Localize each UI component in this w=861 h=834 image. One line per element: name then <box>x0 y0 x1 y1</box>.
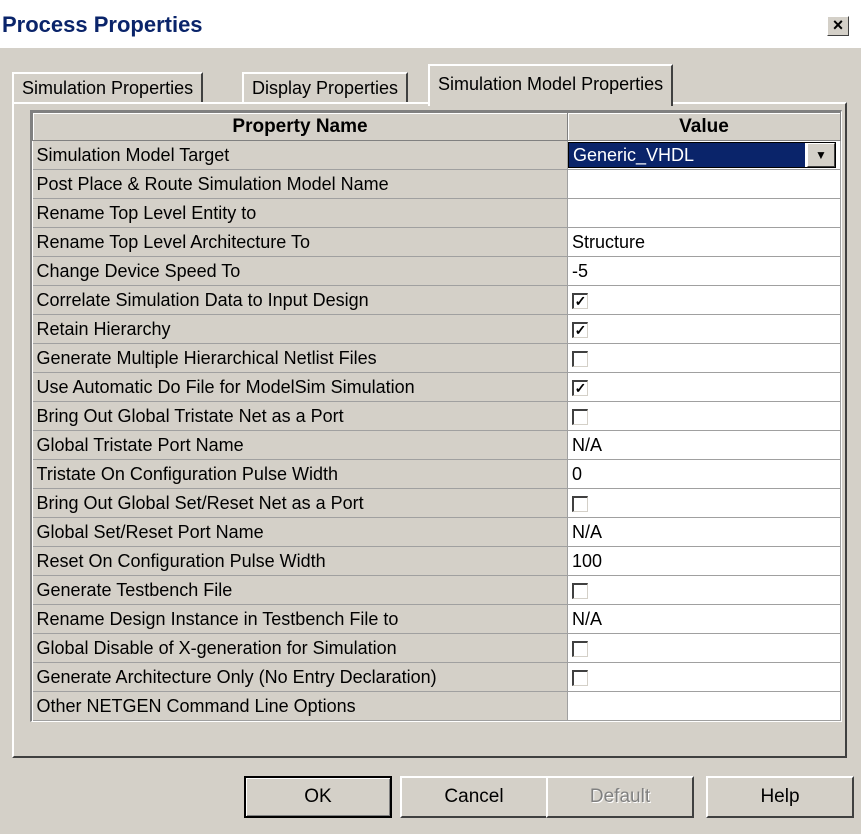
property-value-cell[interactable] <box>567 169 841 199</box>
checkbox-unchecked[interactable] <box>572 640 588 657</box>
property-value-text[interactable]: 100 <box>572 551 602 571</box>
property-value-text[interactable]: N/A <box>572 522 602 542</box>
property-name-cell: Correlate Simulation Data to Input Desig… <box>32 285 568 315</box>
table-row[interactable]: Bring Out Global Set/Reset Net as a Port <box>32 488 841 518</box>
chevron-down-icon[interactable]: ▼ <box>807 143 835 167</box>
table-row[interactable]: Correlate Simulation Data to Input Desig… <box>32 285 841 315</box>
checkbox-unchecked[interactable] <box>572 408 588 425</box>
property-value-cell[interactable]: Structure <box>567 227 841 257</box>
property-value-cell[interactable] <box>567 575 841 605</box>
table-row[interactable]: Post Place & Route Simulation Model Name <box>32 169 841 199</box>
table-row[interactable]: Change Device Speed To -5 <box>32 256 841 286</box>
table-row[interactable]: Simulation Model Target Generic_VHDL ▼ <box>32 140 841 170</box>
default-button: Default <box>546 776 694 818</box>
table-row[interactable]: Global Set/Reset Port Name N/A <box>32 517 841 547</box>
table-row[interactable]: Tristate On Configuration Pulse Width 0 <box>32 459 841 489</box>
property-name-cell: Global Disable of X-generation for Simul… <box>32 633 568 663</box>
property-value-cell[interactable]: -5 <box>567 256 841 286</box>
property-value-text[interactable]: -5 <box>572 261 588 281</box>
property-value-cell[interactable]: 100 <box>567 546 841 576</box>
property-value-cell[interactable] <box>567 633 841 663</box>
property-name-cell: Bring Out Global Set/Reset Net as a Port <box>32 488 568 518</box>
table-row[interactable]: Rename Top Level Entity to <box>32 198 841 228</box>
property-value-cell[interactable]: N/A <box>567 430 841 460</box>
property-name-cell: Generate Testbench File <box>32 575 568 605</box>
property-value-text[interactable]: N/A <box>572 609 602 629</box>
property-name-cell: Global Set/Reset Port Name <box>32 517 568 547</box>
table-row[interactable]: Generate Testbench File <box>32 575 841 605</box>
property-value-cell[interactable]: N/A <box>567 604 841 634</box>
property-value-cell[interactable]: 0 <box>567 459 841 489</box>
tab-simulation-model-properties[interactable]: Simulation Model Properties <box>428 64 674 106</box>
checkbox-unchecked[interactable] <box>572 495 588 512</box>
table-row[interactable]: Global Disable of X-generation for Simul… <box>32 633 841 663</box>
checkbox-unchecked[interactable] <box>572 582 588 599</box>
property-name-cell: Tristate On Configuration Pulse Width <box>32 459 568 489</box>
property-value-cell[interactable] <box>567 401 841 431</box>
checkbox-checked[interactable]: ✓ <box>572 379 588 396</box>
property-name-cell: Use Automatic Do File for ModelSim Simul… <box>32 372 568 402</box>
table-row[interactable]: Use Automatic Do File for ModelSim Simul… <box>32 372 841 402</box>
ok-button[interactable]: OK <box>244 776 392 818</box>
property-value-cell[interactable] <box>567 488 841 518</box>
table-row[interactable]: Rename Top Level Architecture To Structur… <box>32 227 841 257</box>
table-row[interactable]: Reset On Configuration Pulse Width 100 <box>32 546 841 576</box>
property-value-cell[interactable]: Generic_VHDL ▼ <box>567 140 841 170</box>
property-name-cell: Bring Out Global Tristate Net as a Port <box>32 401 568 431</box>
property-name-cell: Change Device Speed To <box>32 256 568 286</box>
property-value-cell[interactable]: ✓ <box>567 285 841 315</box>
checkbox-checked[interactable]: ✓ <box>572 292 588 309</box>
window-title: Process Properties <box>2 12 203 37</box>
column-header-property-name[interactable]: Property Name <box>32 112 568 141</box>
property-value-cell[interactable] <box>567 343 841 373</box>
property-name-cell: Reset On Configuration Pulse Width <box>32 546 568 576</box>
property-value-cell[interactable] <box>567 691 841 721</box>
table-row[interactable]: Global Tristate Port Name N/A <box>32 430 841 460</box>
close-button[interactable]: × <box>827 16 849 36</box>
tab-display-properties[interactable]: Display Properties <box>242 72 409 104</box>
property-value-text[interactable]: Structure <box>572 232 645 252</box>
property-value-cell[interactable]: N/A <box>567 517 841 547</box>
property-name-cell: Post Place & Route Simulation Model Name <box>32 169 568 199</box>
property-value-cell[interactable] <box>567 198 841 228</box>
property-name-cell: Simulation Model Target <box>32 140 568 170</box>
property-name-cell: Other NETGEN Command Line Options <box>32 691 568 721</box>
property-name-cell: Retain Hierarchy <box>32 314 568 344</box>
dropdown-selected-value[interactable]: Generic_VHDL <box>569 143 805 167</box>
tab-simulation-properties[interactable]: Simulation Properties <box>12 72 204 104</box>
property-name-cell: Global Tristate Port Name <box>32 430 568 460</box>
checkbox-unchecked[interactable] <box>572 350 588 367</box>
table-row[interactable]: Rename Design Instance in Testbench File… <box>32 604 841 634</box>
checkbox-unchecked[interactable] <box>572 669 588 686</box>
table-row[interactable]: Retain Hierarchy ✓ <box>32 314 841 344</box>
table-row[interactable]: Generate Multiple Hierarchical Netlist F… <box>32 343 841 373</box>
property-value-text[interactable]: N/A <box>572 435 602 455</box>
property-name-cell: Generate Multiple Hierarchical Netlist F… <box>32 343 568 373</box>
title-bar: Process Properties × <box>0 0 861 48</box>
property-name-cell: Generate Architecture Only (No Entry Dec… <box>32 662 568 692</box>
property-value-cell[interactable]: ✓ <box>567 314 841 344</box>
property-grid: Property Name Value Simulation Model Tar… <box>30 110 842 722</box>
property-value-cell[interactable]: ✓ <box>567 372 841 402</box>
property-value-text[interactable]: 0 <box>572 464 582 484</box>
table-row[interactable]: Bring Out Global Tristate Net as a Port <box>32 401 841 431</box>
table-row[interactable]: Generate Architecture Only (No Entry Dec… <box>32 662 841 692</box>
property-name-cell: Rename Design Instance in Testbench File… <box>32 604 568 634</box>
table-row[interactable]: Other NETGEN Command Line Options <box>32 691 841 721</box>
simulation-model-target-dropdown[interactable]: Generic_VHDL ▼ <box>568 142 836 168</box>
cancel-button[interactable]: Cancel <box>400 776 548 818</box>
property-name-cell: Rename Top Level Entity to <box>32 198 568 228</box>
property-name-cell: Rename Top Level Architecture To <box>32 227 568 257</box>
column-header-value[interactable]: Value <box>567 112 841 141</box>
checkbox-checked[interactable]: ✓ <box>572 321 588 338</box>
help-button[interactable]: Help <box>706 776 854 818</box>
property-value-cell[interactable] <box>567 662 841 692</box>
